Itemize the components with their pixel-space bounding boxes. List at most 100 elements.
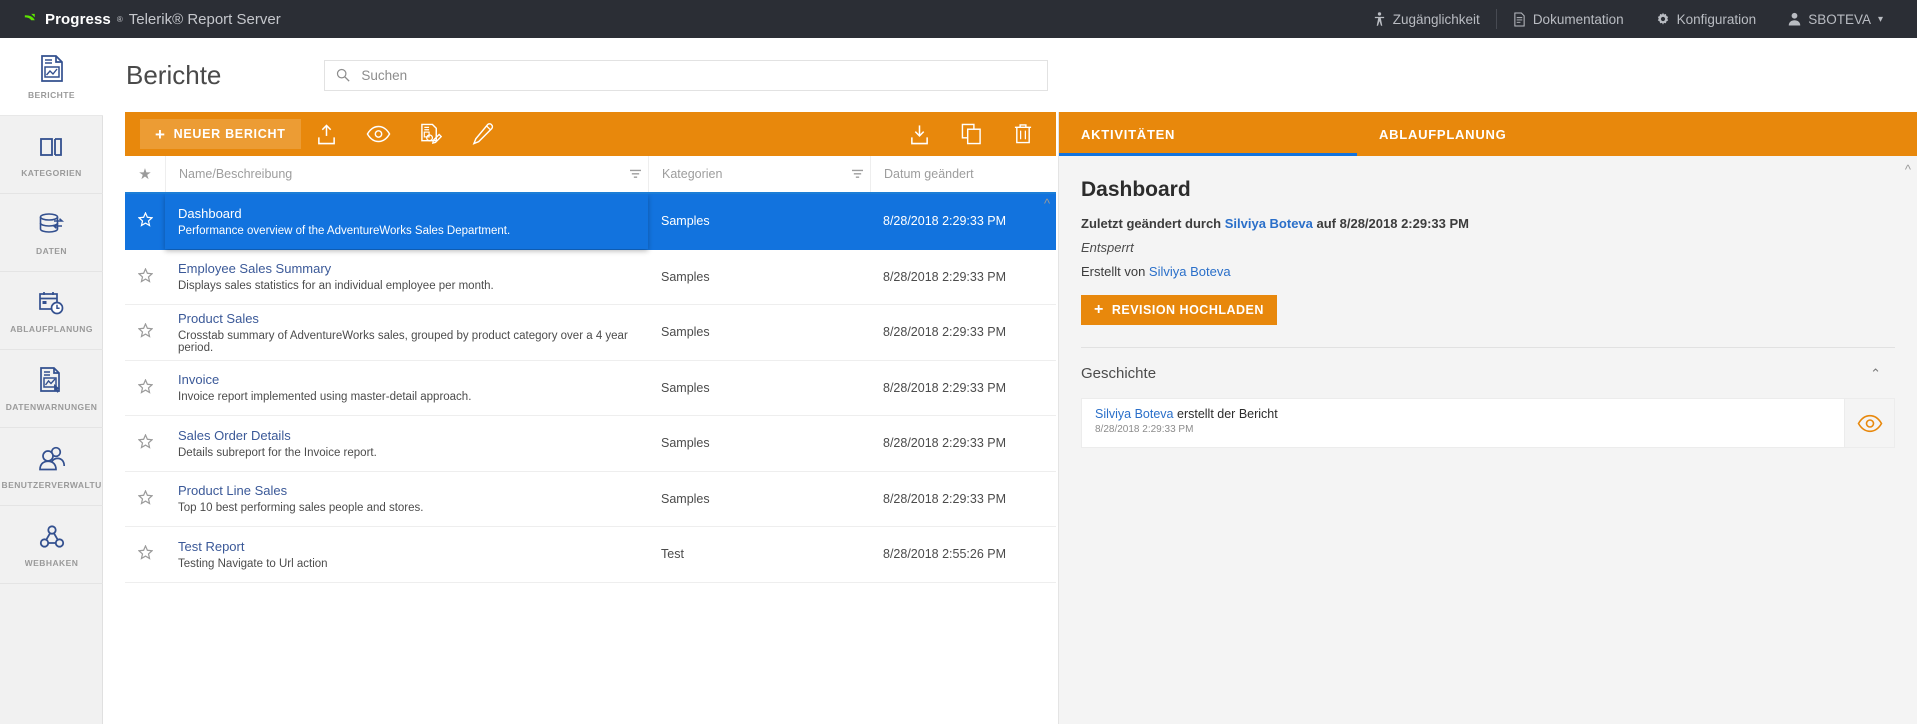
row-date-modified: 8/28/2018 2:29:33 PM [883,380,1007,395]
row-favorite-star[interactable] [125,250,165,305]
row-report-description: Details subreport for the Invoice report… [178,446,377,459]
row-name-cell[interactable]: Employee Sales Summary Displays sales sta… [165,250,648,305]
row-favorite-star[interactable] [125,527,165,582]
progress-logo-icon [24,13,35,25]
history-entry-user-link[interactable]: Silviya Boteva [1095,407,1174,421]
page-header: Berichte [103,38,1917,112]
row-name-cell[interactable]: Dashboard Performance overview of the Adv… [165,194,648,249]
tab-ablaufplanung[interactable]: ABLAUFPLANUNG [1357,112,1655,156]
delete-trash-icon[interactable] [997,112,1049,156]
copy-icon[interactable] [945,112,997,156]
sidebar-item-webhaken[interactable]: WEBHAKEN [0,506,103,584]
new-report-button[interactable]: + NEUER BERICHT [140,119,301,149]
detail-report-title: Dashboard [1081,178,1191,201]
row-name-cell[interactable]: Sales Order Details Details subreport for… [165,416,648,471]
history-entry[interactable]: Silviya Boteva erstellt der Bericht 8/28… [1081,398,1895,448]
row-report-title[interactable]: Product Sales [178,311,648,326]
row-report-title[interactable]: Test Report [178,539,648,554]
sidebar-item-berichte[interactable]: BERICHTE [0,38,103,116]
detail-panel: AKTIVITÄTEN ABLAUFPLANUNG ^ Dashboard Zu… [1058,112,1917,724]
brand-logo-area[interactable]: Progress ® Telerik® Report Server [22,11,281,28]
table-row[interactable]: Sales Order Details Details subreport for… [125,416,1056,472]
row-favorite-star[interactable] [125,472,165,527]
topnav-documentation[interactable]: Dokumentation [1497,0,1640,38]
history-entry-action: erstellt der Bericht [1173,407,1278,421]
detail-created-by: Erstellt von Silviya Boteva [1081,264,1895,279]
sidebar-item-benutzerverwaltung[interactable]: BENUTZERVERWALTUNG [0,428,103,506]
topnav-configuration[interactable]: Konfiguration [1640,0,1773,38]
document-icon [1514,11,1525,27]
table-row[interactable]: Dashboard Performance overview of the Adv… [125,194,1056,250]
sidebar-item-datenwarnungen-label: DATENWARNUNGEN [5,402,98,412]
sidebar-item-ablaufplanung[interactable]: ABLAUFPLANUNG [0,272,103,350]
row-report-description: Top 10 best performing sales people and … [178,502,424,515]
row-category: Samples [661,436,710,451]
column-header-category[interactable]: Kategorien [648,156,870,192]
history-section-header[interactable]: Geschichte ⌃ [1081,347,1895,382]
row-favorite-star[interactable] [125,416,165,471]
column-header-favorite[interactable]: ★ [125,167,165,182]
reports-list-pane: + NEUER BERICHT ★ Name/Beschreibung Kate… [125,112,1056,724]
row-name-cell[interactable]: Test Report Testing Navigate to Url actio… [165,527,648,582]
filter-icon-category[interactable] [844,169,870,180]
row-category: Samples [661,214,710,229]
parameters-edit-icon[interactable] [405,112,457,156]
design-pencil-icon[interactable] [457,112,509,156]
row-report-title[interactable]: Employee Sales Summary [178,261,648,276]
row-name-cell[interactable]: Product Line Sales Top 10 best performing… [165,472,648,527]
upload-revision-label: REVISION HOCHLADEN [1111,303,1264,317]
row-date-modified: 8/28/2018 2:29:33 PM [883,269,1007,284]
report-icon [37,54,67,84]
topnav-user-label: SBOTEVA [1808,11,1871,27]
reports-toolbar: + NEUER BERICHT [125,112,1056,156]
preview-eye-icon[interactable] [1844,399,1894,447]
search-box[interactable] [324,59,1049,91]
detail-modified-user-link[interactable]: Silviya Boteva [1225,216,1313,231]
star-outline-icon [136,378,154,397]
row-report-description: Performance overview of the AdventureWor… [178,224,511,237]
table-row[interactable]: Invoice Invoice report implemented using … [125,360,1056,416]
topnav-accessibility[interactable]: Zugänglichkeit [1357,0,1496,38]
categories-icon [37,132,67,162]
data-icon [37,210,67,240]
upload-icon[interactable] [301,112,353,156]
chevron-up-icon: ⌃ [1870,365,1881,381]
table-row[interactable]: Product Line Sales Top 10 best performing… [125,471,1056,527]
row-category: Samples [661,269,710,284]
sidebar-item-datenwarnungen[interactable]: DATENWARNUNGEN [0,350,103,428]
filter-icon-name[interactable] [622,169,648,180]
download-icon[interactable] [893,112,945,156]
history-entry-text: Silviya Boteva erstellt der Bericht [1095,407,1844,421]
row-report-title[interactable]: Product Line Sales [178,483,648,498]
table-row[interactable]: Employee Sales Summary Displays sales sta… [125,249,1056,305]
row-favorite-star[interactable] [125,194,165,249]
row-report-description: Testing Navigate to Url action [178,557,328,570]
upload-revision-button[interactable]: + REVISION HOCHLADEN [1081,295,1277,325]
row-date-modified: 8/28/2018 2:29:33 PM [883,491,1007,506]
sidebar-item-kategorien-label: KATEGORIEN [21,168,82,178]
detail-created-user-link[interactable]: Silviya Boteva [1149,264,1231,279]
row-favorite-star[interactable] [125,305,165,360]
row-name-cell[interactable]: Product Sales Crosstab summary of Adventu… [165,305,648,360]
row-category: Test [661,547,684,562]
detail-body: ^ Dashboard Zuletzt geändert durch Silvi… [1059,156,1917,724]
table-row[interactable]: Test Report Testing Navigate to Url actio… [125,527,1056,583]
list-scroll-up-arrow[interactable]: ^ [1040,196,1054,211]
preview-eye-icon[interactable] [353,112,405,156]
row-report-title[interactable]: Invoice [178,372,648,387]
row-report-title[interactable]: Sales Order Details [178,428,648,443]
sidebar-item-daten[interactable]: DATEN [0,194,103,272]
detail-scroll-up-arrow[interactable]: ^ [1905,162,1911,177]
topnav-user-menu[interactable]: SBOTEVA ▾ [1772,0,1899,38]
table-row[interactable]: Product Sales Crosstab summary of Adventu… [125,305,1056,361]
sidebar-item-kategorien[interactable]: KATEGORIEN [0,116,103,194]
row-name-cell[interactable]: Invoice Invoice report implemented using … [165,361,648,416]
row-report-title[interactable]: Dashboard [178,206,648,221]
column-header-date[interactable]: Datum geändert [870,156,1056,192]
topnav-configuration-label: Konfiguration [1676,11,1757,27]
row-favorite-star[interactable] [125,361,165,416]
search-input[interactable] [359,66,1037,84]
tab-aktivitaeten[interactable]: AKTIVITÄTEN [1059,112,1357,156]
column-header-name[interactable]: Name/Beschreibung [165,156,648,192]
detail-modified-prefix: Zuletzt geändert durch [1081,216,1225,231]
